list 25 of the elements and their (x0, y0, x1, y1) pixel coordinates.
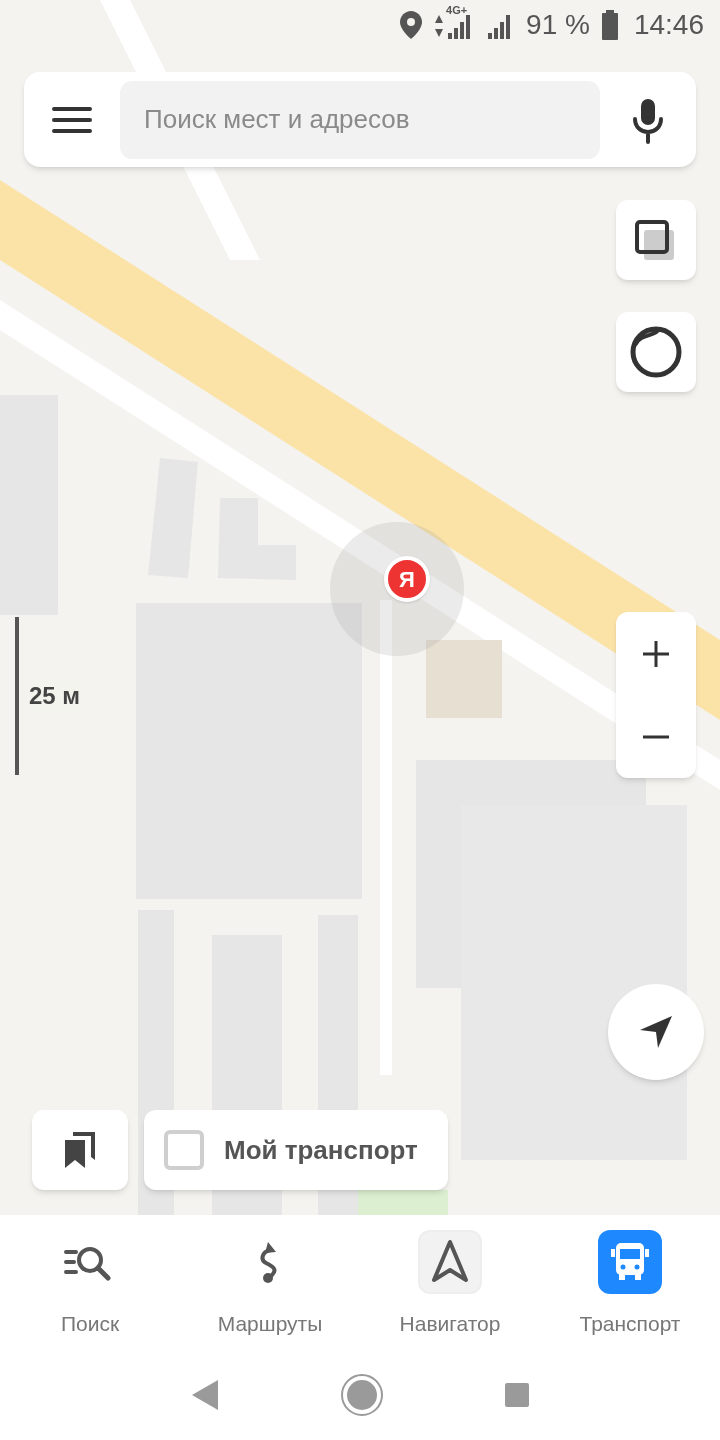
bus-icon (610, 1241, 650, 1283)
circle-icon (629, 325, 683, 379)
search-field[interactable]: Поиск мест и адресов (120, 80, 600, 159)
network-type: 4G+ (446, 5, 468, 16)
nav-tab[interactable]: Навигатор (360, 1230, 540, 1360)
home-icon[interactable] (340, 1373, 384, 1417)
bookmarks-button[interactable] (32, 1110, 128, 1190)
navigation-arrow-icon (638, 1014, 674, 1050)
clock: 14:46 (633, 8, 704, 42)
navigation-arrow-icon (430, 1240, 470, 1284)
layers-button[interactable] (616, 200, 696, 280)
nav-tab[interactable]: Маршруты (180, 1230, 360, 1360)
minus-icon (641, 734, 671, 739)
data-arrows-icon (434, 13, 445, 39)
my-transport-toggle[interactable]: Мой транспорт (144, 1110, 448, 1190)
location-pin-icon (400, 11, 423, 39)
recents-icon[interactable] (504, 1382, 530, 1408)
map-style-button[interactable] (616, 312, 696, 392)
bookmarks-icon (63, 1132, 97, 1168)
battery-percent: 91 % (526, 8, 590, 42)
checkbox[interactable] (164, 1130, 204, 1170)
back-icon[interactable] (190, 1378, 220, 1412)
nav-tab[interactable]: Поиск (0, 1230, 180, 1360)
nav-tab[interactable]: Транспорт (540, 1230, 720, 1360)
plus-icon (641, 638, 671, 669)
